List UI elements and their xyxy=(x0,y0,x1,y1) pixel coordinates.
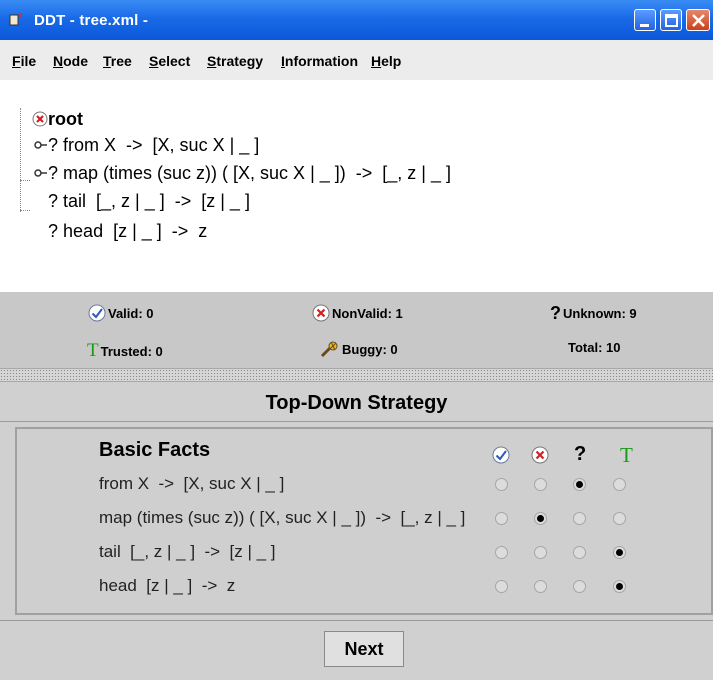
stat-trusted: T Trusted: 0 xyxy=(87,340,163,361)
fact-row: from X -> [X, suc X | _ ] xyxy=(17,471,713,499)
stat-nonvalid: NonValid: 1 xyxy=(312,304,403,322)
radio-unknown[interactable] xyxy=(573,512,586,525)
unknown-icon: ? xyxy=(550,303,561,323)
radio-unknown[interactable] xyxy=(573,546,586,559)
close-icon xyxy=(692,14,705,27)
stat-buggy: Buggy: 0 xyxy=(320,340,398,358)
menu-information[interactable]: Information xyxy=(281,53,358,69)
trusted-icon: T xyxy=(87,340,99,361)
menu-bar: File Node Tree Select Strategy Informati… xyxy=(0,40,713,80)
tree-node[interactable]: ? head [z | _ ] -> z xyxy=(28,200,207,263)
basic-facts-heading: Basic Facts xyxy=(99,439,211,461)
button-bar: Next xyxy=(0,620,713,680)
menu-select[interactable]: Select xyxy=(149,53,190,69)
radio-unknown[interactable] xyxy=(573,580,586,593)
bug-icon xyxy=(320,341,338,358)
basic-facts-box: Basic Facts ? T from X -> [X, suc X | _ … xyxy=(15,427,713,615)
radio-unknown[interactable] xyxy=(573,478,586,491)
menu-node[interactable]: Node xyxy=(53,53,88,69)
radio-trusted[interactable] xyxy=(613,546,626,559)
radio-valid[interactable] xyxy=(495,512,508,525)
stat-valid: Valid: 0 xyxy=(88,304,154,322)
tree-node-prefix: ? xyxy=(48,221,64,241)
radio-valid[interactable] xyxy=(495,580,508,593)
title-bar[interactable]: DDT - tree.xml - xyxy=(0,0,713,40)
radio-trusted[interactable] xyxy=(613,580,626,593)
radio-nonvalid[interactable] xyxy=(534,512,547,525)
maximize-button[interactable] xyxy=(660,9,682,31)
valid-icon xyxy=(88,304,106,322)
menu-strategy[interactable]: Strategy xyxy=(207,53,263,69)
radio-valid[interactable] xyxy=(495,478,508,491)
tree-node-label: head [z | _ ] -> z xyxy=(63,221,208,241)
strategy-title: Top-Down Strategy xyxy=(0,382,713,422)
menu-file[interactable]: File xyxy=(12,53,36,69)
trusted-icon: T xyxy=(620,443,633,467)
maximize-icon xyxy=(665,14,678,27)
unknown-icon: ? xyxy=(574,443,587,465)
menu-help[interactable]: Help xyxy=(371,53,401,69)
stats-panel: Valid: 0 NonValid: 1 ? Unknown: 9 T Truste… xyxy=(0,292,713,368)
split-pane-divider[interactable] xyxy=(0,368,713,382)
next-button[interactable]: Next xyxy=(324,631,404,667)
stat-total: Total: 10 xyxy=(568,340,621,355)
radio-nonvalid[interactable] xyxy=(534,546,547,559)
fact-label: from X -> [X, suc X | _ ] xyxy=(99,474,285,493)
radio-trusted[interactable] xyxy=(613,512,626,525)
radio-trusted[interactable] xyxy=(613,478,626,491)
valid-icon xyxy=(492,446,510,464)
close-button[interactable] xyxy=(686,9,710,31)
app-icon xyxy=(9,13,22,26)
fact-label: head [z | _ ] -> z xyxy=(99,576,236,595)
fact-row: tail [_, z | _ ] -> [z | _ ] xyxy=(17,539,713,567)
debugging-tree: root ? from X -> [X, suc X | _ ] ? map (… xyxy=(0,80,713,292)
minimize-button[interactable] xyxy=(634,9,656,31)
fact-label: tail [_, z | _ ] -> [z | _ ] xyxy=(99,542,276,561)
fact-label: map (times (suc z)) ( [X, suc X | _ ]) -… xyxy=(99,508,466,527)
strategy-panel: Top-Down Strategy Basic Facts ? T from X… xyxy=(0,382,713,680)
minimize-icon xyxy=(640,24,649,27)
radio-valid[interactable] xyxy=(495,546,508,559)
radio-nonvalid[interactable] xyxy=(534,580,547,593)
window-title: DDT - tree.xml - xyxy=(34,12,149,29)
stat-unknown: ? Unknown: 9 xyxy=(550,303,637,323)
fact-row: map (times (suc z)) ( [X, suc X | _ ]) -… xyxy=(17,505,713,533)
radio-nonvalid[interactable] xyxy=(534,478,547,491)
nonvalid-icon xyxy=(312,304,330,322)
nonvalid-icon xyxy=(531,446,549,464)
fact-row: head [z | _ ] -> z xyxy=(17,573,713,601)
menu-tree[interactable]: Tree xyxy=(103,53,132,69)
